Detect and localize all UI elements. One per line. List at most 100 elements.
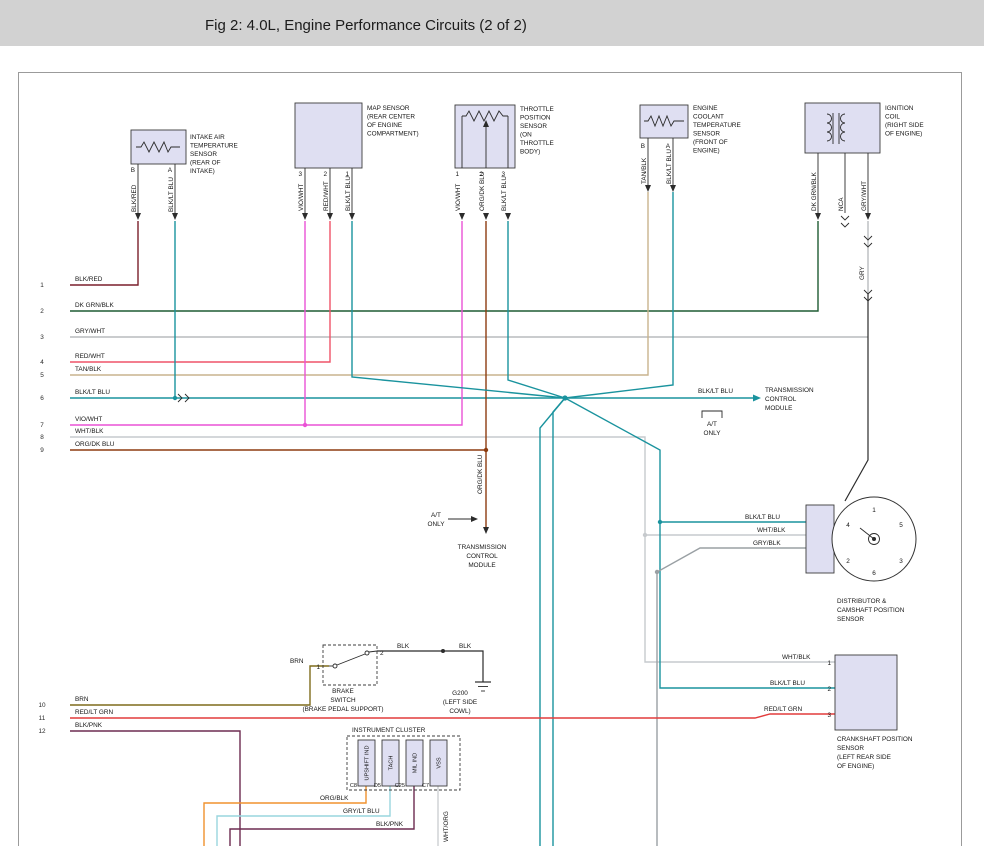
splice-dot xyxy=(303,423,307,427)
cluster-item-label: VSS xyxy=(437,757,443,768)
distributor-wire-label: WHT/BLK xyxy=(757,527,786,534)
splice-dot xyxy=(441,649,445,653)
row-number: 8 xyxy=(40,434,44,441)
blk-wire-label: BLK xyxy=(397,643,410,650)
ect-pin-b: B xyxy=(641,143,645,150)
wiring-diagram-page: Fig 2: 4.0L, Engine Performance Circuits… xyxy=(0,0,984,846)
at-only-note: ONLY xyxy=(428,521,446,528)
map-sensor-box xyxy=(295,103,362,168)
row-number: 5 xyxy=(40,372,44,379)
row-label: VIO/WHT xyxy=(75,416,102,423)
splice-dot xyxy=(643,533,647,537)
coil-wire-label: DK GRN/BLK xyxy=(811,172,818,211)
iat-pin-a: A xyxy=(168,167,173,174)
splice-dot xyxy=(173,396,177,400)
distributor-connector-box xyxy=(806,505,834,573)
iat-pin-b: B xyxy=(131,167,135,174)
ignition-coil-box xyxy=(805,103,880,153)
cluster-connector: D5 xyxy=(374,783,381,789)
wiring-diagram-canvas: Fig 2: 4.0L, Engine Performance Circuits… xyxy=(0,0,984,846)
splice-dot xyxy=(655,570,659,574)
ect-wire-label: BLK/LT BLU xyxy=(666,149,673,184)
ect-wire-label: TAN/BLK xyxy=(641,157,648,184)
iat-wire-label: BLK/RED xyxy=(131,184,138,212)
map-pin-2: 2 xyxy=(323,171,327,178)
cluster-wire-label: BLK/PNK xyxy=(376,821,404,828)
splice-dot xyxy=(484,448,488,452)
cluster-title: INSTRUMENT CLUSTER xyxy=(352,727,426,734)
brn-wire-label: BRN xyxy=(290,658,304,665)
cluster-connector: C7 xyxy=(422,783,429,789)
row-label: ORG/DK BLU xyxy=(75,441,115,448)
cluster-wire-label: WHT/ORG xyxy=(443,811,450,842)
distributor-terminal: 4 xyxy=(846,522,850,529)
at-only-note: ONLY xyxy=(704,430,722,437)
row-number: 4 xyxy=(40,359,44,366)
cluster-item-label: MIL IND xyxy=(413,753,419,773)
cluster-connector: C8 xyxy=(350,783,357,789)
tps-wire-label: ORG/DK BLU xyxy=(479,171,486,211)
row-label: DK GRN/BLK xyxy=(75,302,114,309)
tps-wire-label: VIO/WHT xyxy=(455,184,462,211)
row-label: BLK/RED xyxy=(75,276,103,283)
map-wire-label: VIO/WHT xyxy=(298,184,305,211)
row-label: BLK/LT BLU xyxy=(75,389,110,396)
cluster-item-label: TACH xyxy=(389,756,395,771)
main-junction-dot xyxy=(562,395,567,400)
ect-pin-a: A xyxy=(666,143,671,150)
row-number: 10 xyxy=(38,702,46,709)
cluster-item-label: UPSHIFT IND xyxy=(365,745,371,780)
crank-pin: 3 xyxy=(827,712,831,719)
row-label: TAN/BLK xyxy=(75,366,102,373)
row-number: 6 xyxy=(40,395,44,402)
row-label: BLK/PNK xyxy=(75,722,103,729)
crank-wire-label: RED/LT GRN xyxy=(764,706,802,713)
iat-wire-label: BLK/LT BLU xyxy=(168,177,175,212)
diagram-border xyxy=(19,73,962,846)
map-wire-label: BLK/LT BLU xyxy=(345,176,352,211)
figure-title: Fig 2: 4.0L, Engine Performance Circuits… xyxy=(205,17,527,34)
map-pin-3: 3 xyxy=(298,171,302,178)
tcm-branch-wire-label: BLK/LT BLU xyxy=(698,388,733,395)
crank-wire-label: WHT/BLK xyxy=(782,654,811,661)
row-label: RED/WHT xyxy=(75,353,105,360)
row-number: 1 xyxy=(40,282,44,289)
cluster-wire-label: GRY/LT BLU xyxy=(343,808,380,815)
row-number: 9 xyxy=(40,447,44,454)
at-only-note: A/T xyxy=(431,512,441,519)
brake-pin-1: 1 xyxy=(316,664,320,671)
crank-pin: 2 xyxy=(827,686,831,693)
distributor-terminal: 1 xyxy=(872,507,876,514)
row-number: 2 xyxy=(40,308,44,315)
row-label: BRN xyxy=(75,696,89,703)
row-number: 3 xyxy=(40,334,44,341)
ect-sensor-box xyxy=(640,105,688,138)
row-number: 7 xyxy=(40,422,44,429)
distributor-terminal: 5 xyxy=(899,522,903,529)
distributor-terminal: 6 xyxy=(872,570,876,577)
blk-wire-label: BLK xyxy=(459,643,472,650)
row-label: GRY/WHT xyxy=(75,328,105,335)
coil-wire-label: NCA xyxy=(838,197,845,211)
tps-sensor-box xyxy=(455,105,515,168)
tps-wire-label: BLK/LT BLU xyxy=(501,176,508,211)
splice-dot xyxy=(658,520,662,524)
row-number: 11 xyxy=(39,715,46,722)
crank-pin: 1 xyxy=(827,660,831,667)
crank-sensor-box xyxy=(835,655,897,730)
org-dk-blu-wire-label: ORG/DK BLU xyxy=(477,454,484,494)
tps-pin-1: 1 xyxy=(455,171,459,178)
row-label: WHT/BLK xyxy=(75,428,104,435)
distributor-wire-label: BLK/LT BLU xyxy=(745,514,780,521)
crank-wire-label: BLK/LT BLU xyxy=(770,680,805,687)
distributor-terminal: 3 xyxy=(899,558,903,565)
cluster-wire-label: ORG/BLK xyxy=(320,795,349,802)
cluster-connector: C25 xyxy=(395,783,405,789)
row-number: 12 xyxy=(38,728,46,735)
coil-wire-label: GRY/WHT xyxy=(861,181,868,211)
map-wire-label: RED/WHT xyxy=(323,181,330,211)
gry-wire-label: GRY xyxy=(859,266,866,280)
at-only-note: A/T xyxy=(707,421,717,428)
distributor-wire-label: GRY/BLK xyxy=(753,540,781,547)
distributor-terminal: 2 xyxy=(846,558,850,565)
